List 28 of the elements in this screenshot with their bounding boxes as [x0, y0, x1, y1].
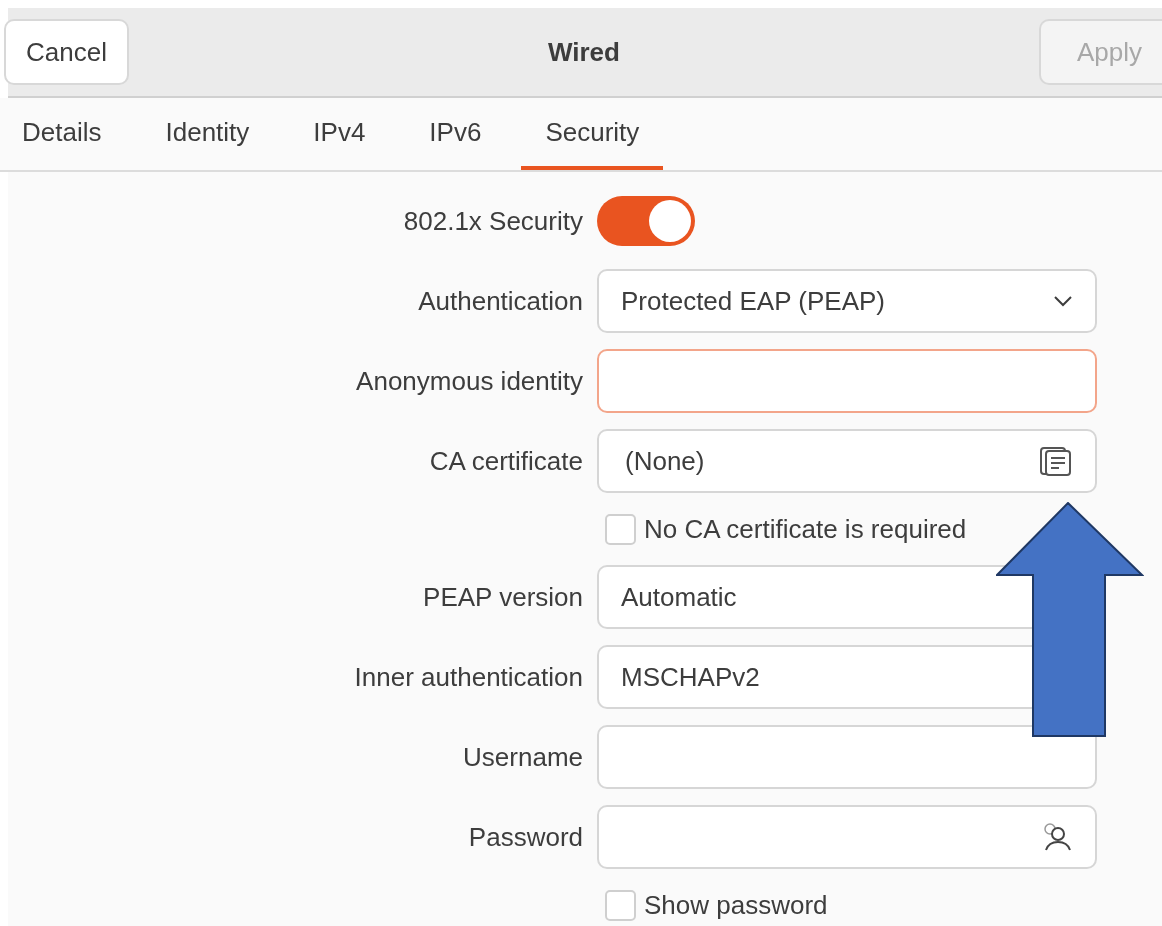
tab[interactable]: Details [0, 98, 126, 170]
field-label: Password [468, 820, 583, 854]
field-label: 802.1x Security [403, 204, 583, 238]
cancel-button[interactable]: Cancel [4, 19, 129, 85]
field-label: Username [463, 740, 583, 774]
chevron-down-icon [1053, 295, 1073, 307]
dropdown[interactable]: Automatic [597, 565, 1033, 629]
tab[interactable]: IPv4 [289, 98, 390, 170]
toggle-switch[interactable] [597, 196, 695, 246]
field-label: Inner authentication [354, 660, 583, 694]
field-label: CA certificate [429, 444, 583, 478]
tab[interactable]: Identity [141, 98, 274, 170]
password-field[interactable] [597, 805, 1097, 869]
checkbox[interactable] [605, 513, 636, 545]
window-title: Wired [547, 35, 620, 69]
field-label: Anonymous identity [356, 364, 583, 398]
checkbox-label: No CA certificate is required [644, 512, 967, 546]
field-label: PEAP version [423, 580, 583, 614]
dropdown[interactable]: MSCHAPv2 [597, 645, 1033, 709]
documents-icon [1039, 446, 1073, 476]
dropdown[interactable]: Protected EAP (PEAP) [597, 269, 1097, 333]
text-field[interactable] [597, 725, 1097, 789]
text-field[interactable] [597, 349, 1097, 413]
file-chooser-button[interactable]: (None) [597, 429, 1097, 493]
tab[interactable]: IPv6 [405, 98, 506, 170]
checkbox[interactable] [605, 889, 636, 921]
field-label: Authentication [418, 284, 583, 318]
checkbox-label: Show password [644, 888, 828, 922]
